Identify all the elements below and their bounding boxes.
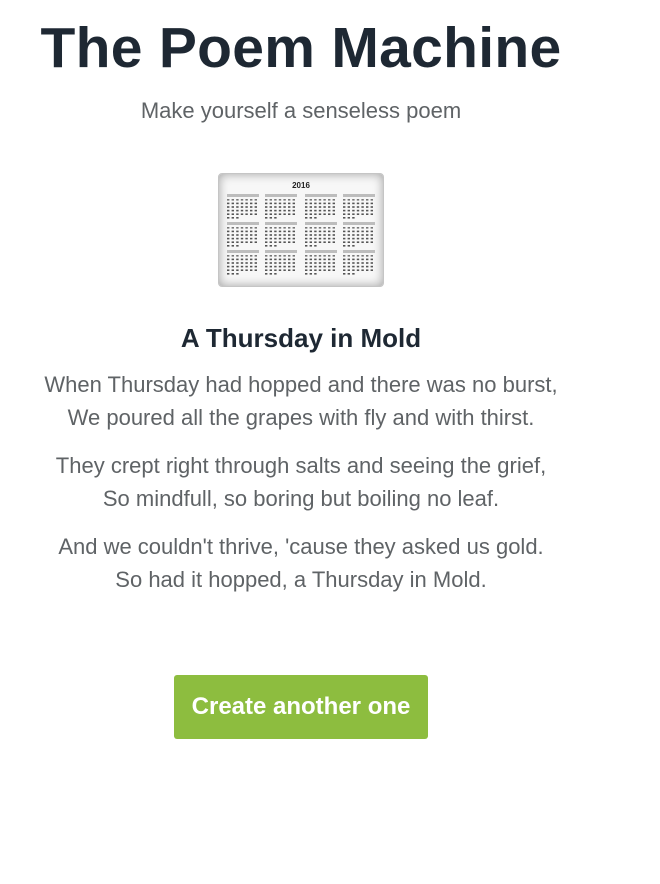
page-subtitle: Make yourself a senseless poem [140,98,462,123]
poem-line: When Thursday had hopped and there was n… [44,372,558,397]
create-another-button[interactable]: Create another one [174,675,428,739]
poem-line: So mindfull, so boring but boiling no le… [102,486,500,511]
calendar-graphic: 2016 [227,181,375,275]
poem-line: And we couldn't thrive, 'cause they aske… [58,534,544,559]
poem-stanza: When Thursday had hopped and there was n… [0,368,602,434]
poem-line: We poured all the grapes with fly and wi… [67,405,535,430]
poem-title: A Thursday in Mold [180,323,422,353]
page-title: The Poem Machine [40,16,562,80]
calendar-year-label: 2016 [292,181,310,190]
poem-machine-page: The Poem Machine Make yourself a sensele… [0,0,602,739]
poem-line: They crept right through salts and seein… [55,453,547,478]
poem-stanza: They crept right through salts and seein… [0,449,602,515]
poem-line: So had it hopped, a Thursday in Mold. [115,567,487,592]
poem-stanza: And we couldn't thrive, 'cause they aske… [0,530,602,596]
calendar-2016-icon: 2016 [218,173,384,287]
